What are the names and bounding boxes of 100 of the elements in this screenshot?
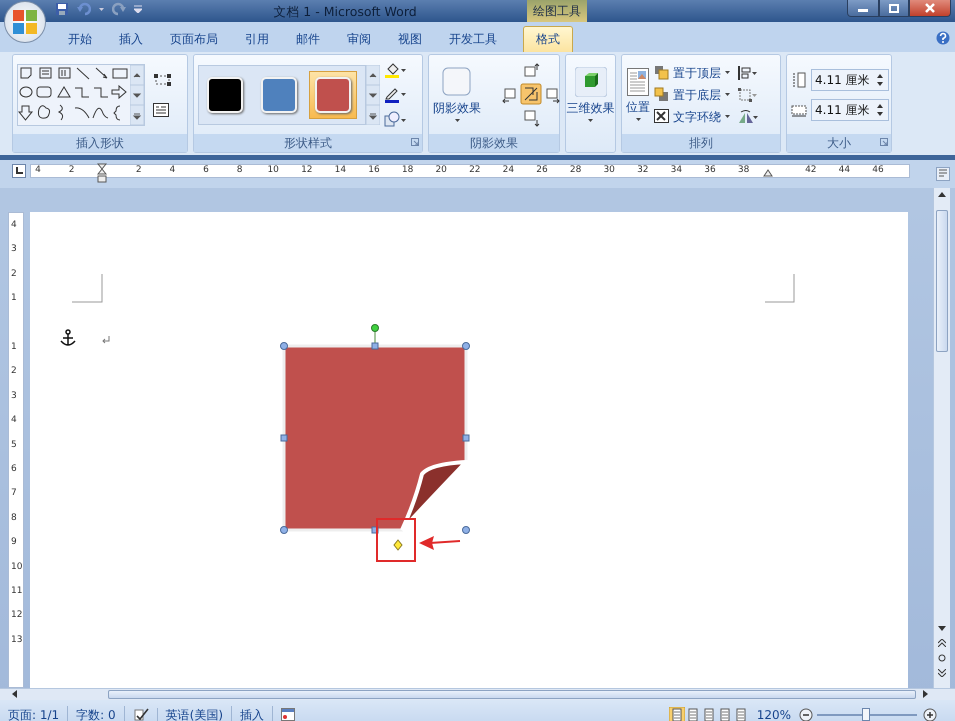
size-field[interactable]: 4.11 厘米: [811, 68, 889, 90]
adjustment-handle[interactable]: [393, 539, 403, 551]
ruler-number: 1: [11, 292, 17, 306]
size-field[interactable]: 4.11 厘米: [811, 98, 889, 120]
ribbon-tab[interactable]: 开始: [55, 26, 105, 52]
margin-corner-mark: [72, 274, 102, 302]
caret-icon[interactable]: [99, 8, 104, 10]
window-title: 文档 1 - Microsoft Word: [272, 3, 418, 21]
scroll-up-icon[interactable]: [366, 64, 380, 84]
dialog-launcher-icon[interactable]: [411, 138, 419, 146]
expand-gallery-icon[interactable]: [130, 104, 144, 124]
fill-bucket-icon[interactable]: [384, 62, 406, 78]
style-swatch[interactable]: [309, 70, 357, 118]
pointer-arrow: [419, 536, 460, 550]
arrange-menu-button[interactable]: 置于顶层: [654, 64, 730, 82]
scroll-down-icon[interactable]: [366, 84, 380, 104]
ribbon-tab[interactable]: 引用: [232, 26, 282, 52]
text-box-icon[interactable]: [153, 102, 169, 116]
arrange-menu-button[interactable]: 文字环绕: [654, 108, 730, 126]
scroll-right-icon[interactable]: [923, 690, 928, 698]
shadow-square-icon: [442, 67, 472, 97]
ruler-number: 14: [334, 164, 346, 177]
ribbon-tab[interactable]: 邮件: [283, 26, 333, 52]
align-icon[interactable]: [738, 66, 758, 80]
ruler-number: 16: [368, 164, 380, 177]
edit-shape-icon[interactable]: [153, 72, 173, 86]
tab-selector-button[interactable]: [12, 164, 26, 178]
rotate-icon[interactable]: [738, 110, 758, 124]
spinner-icon[interactable]: [876, 72, 884, 86]
expand-gallery-icon[interactable]: [366, 104, 380, 124]
highlight-frame: [376, 518, 416, 562]
customize-icon[interactable]: [134, 5, 142, 13]
change-shape-icon[interactable]: [384, 110, 406, 126]
close-button[interactable]: [909, 0, 951, 17]
scroll-up-icon[interactable]: [130, 64, 144, 84]
zoom-in-icon[interactable]: [923, 708, 937, 721]
text-wrap-icon: [654, 109, 669, 124]
ribbon-tab[interactable]: 开发工具: [436, 26, 510, 52]
next-page-icon[interactable]: [938, 669, 946, 677]
resize-handle[interactable]: [372, 342, 378, 350]
scroll-down-icon[interactable]: [130, 84, 144, 104]
print-layout-view-icon[interactable]: [668, 706, 685, 721]
dialog-launcher-icon[interactable]: [880, 138, 888, 146]
scroll-left-icon[interactable]: [12, 690, 17, 698]
resize-handle[interactable]: [462, 434, 470, 442]
help-icon[interactable]: [936, 31, 950, 45]
ribbon-tab[interactable]: 审阅: [334, 26, 384, 52]
resize-handle[interactable]: [462, 526, 470, 534]
group-icon[interactable]: [738, 88, 758, 102]
ruler-number: 38: [738, 164, 750, 177]
maximize-button[interactable]: [879, 0, 909, 17]
page-picture-icon: [627, 68, 649, 96]
ruler-number: 4: [35, 164, 41, 177]
ribbon-tab[interactable]: 页面布局: [157, 26, 231, 52]
margin-corner-mark: [764, 274, 794, 302]
zoom-slider-thumb[interactable]: [862, 708, 870, 720]
logo-icon: [12, 9, 38, 35]
resize-handle[interactable]: [280, 434, 288, 442]
resize-handle[interactable]: [280, 342, 288, 350]
right-indent-icon[interactable]: [763, 169, 773, 177]
minimize-icon: [858, 9, 868, 12]
folded-corner-shape[interactable]: [282, 344, 468, 532]
ribbon-tab[interactable]: 格式: [523, 26, 573, 52]
minimize-button[interactable]: [847, 0, 879, 17]
previous-page-icon[interactable]: [938, 639, 946, 647]
resize-handle[interactable]: [462, 342, 470, 350]
insert-mode-indicator[interactable]: 插入: [232, 706, 274, 721]
indent-marker-icon[interactable]: [97, 163, 107, 183]
menu-label: 置于顶层: [673, 64, 721, 82]
resize-handle[interactable]: [280, 526, 288, 534]
zoom-out-icon[interactable]: [799, 708, 813, 721]
pen-outline-icon[interactable]: [384, 86, 406, 102]
office-button[interactable]: [4, 1, 46, 43]
page-count[interactable]: 页面: 1/1: [0, 706, 68, 721]
ribbon-tab[interactable]: 视图: [385, 26, 435, 52]
view-ruler-icon[interactable]: [936, 167, 950, 181]
ruler-number: 11: [11, 585, 22, 598]
ruler-number: 7: [11, 487, 17, 500]
cube-icon: [574, 67, 606, 97]
scroll-thumb[interactable]: [936, 210, 948, 352]
ribbon-tab[interactable]: 插入: [106, 26, 156, 52]
spinner-icon[interactable]: [876, 102, 884, 116]
scroll-up-icon[interactable]: [938, 192, 946, 197]
word-count[interactable]: 字数: 0: [68, 706, 125, 721]
scroll-thumb[interactable]: [108, 690, 916, 699]
ruler-number: 4: [11, 414, 17, 428]
arrange-menu-button[interactable]: 置于底层: [654, 86, 730, 104]
browse-object-icon[interactable]: [938, 654, 946, 662]
shadow-nudge-drawing[interactable]: [501, 62, 561, 126]
macro-record-icon[interactable]: [281, 708, 296, 721]
scroll-down-icon[interactable]: [938, 626, 946, 631]
ruler-number: 13: [11, 634, 22, 647]
proofing-icon[interactable]: [132, 708, 149, 721]
position-button[interactable]: 位置: [626, 68, 650, 121]
ruler-number: 6: [203, 164, 209, 177]
shadow-effects-button[interactable]: 阴影效果: [433, 67, 481, 122]
zoom-level[interactable]: 120%: [756, 706, 791, 721]
group-label: 阴影效果: [470, 136, 518, 150]
language-indicator[interactable]: 英语(美国): [158, 706, 232, 721]
save-icon[interactable]: [55, 2, 69, 16]
